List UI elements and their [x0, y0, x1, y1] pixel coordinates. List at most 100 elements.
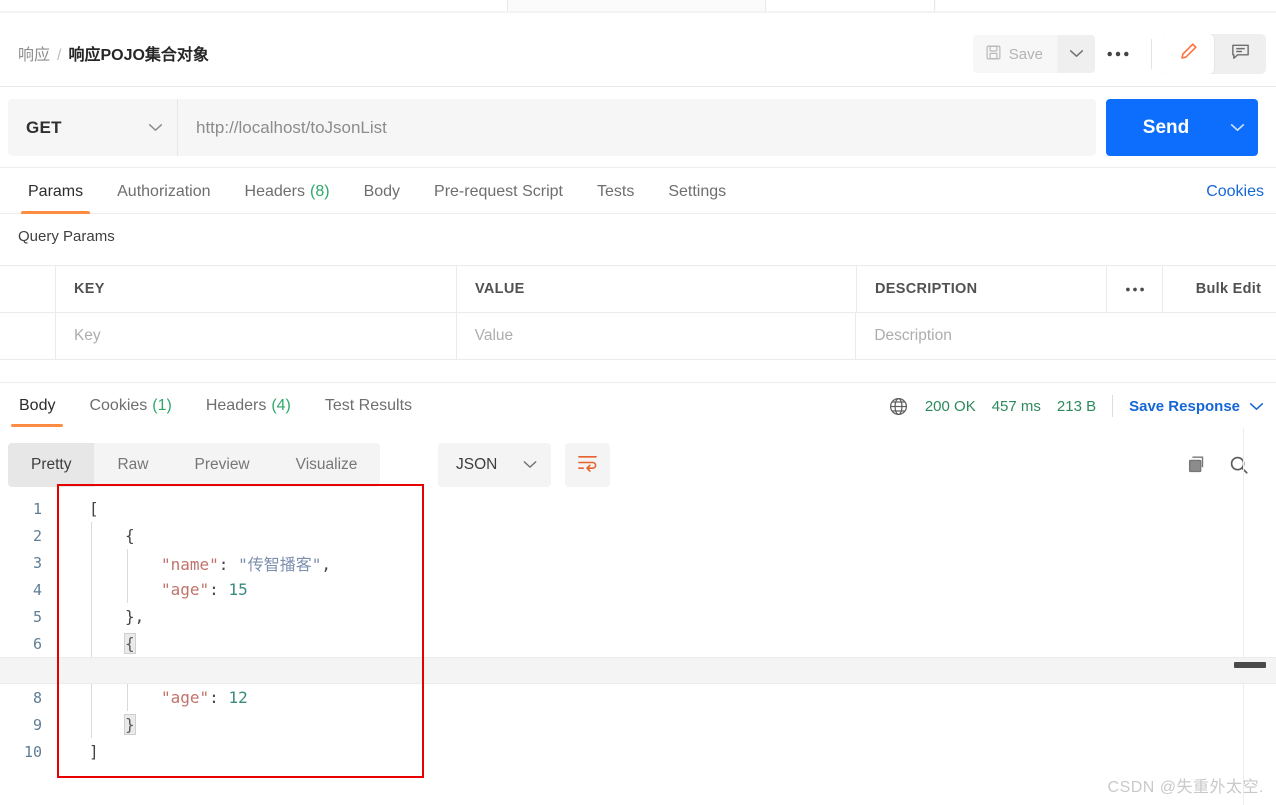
- response-status: 200 OK: [924, 397, 976, 415]
- cookies-link[interactable]: Cookies: [1206, 169, 1264, 214]
- json-line-content[interactable]: ]: [52, 742, 1276, 761]
- response-tab-row: Body Cookies (1) Headers (4) Test Results: [2, 383, 429, 429]
- tab-settings[interactable]: Settings: [651, 169, 743, 214]
- row-checkbox-cell[interactable]: [0, 313, 56, 359]
- json-punctuation: :: [209, 580, 229, 599]
- send-button[interactable]: Send: [1106, 99, 1216, 156]
- tab-label: Settings: [668, 182, 727, 200]
- line-number: 8: [32, 688, 42, 707]
- indent-guide: [91, 630, 92, 657]
- json-punctuation: {: [125, 526, 135, 545]
- tab-tests[interactable]: Tests: [580, 169, 651, 214]
- indent-guide: [127, 549, 128, 576]
- save-dropdown-button[interactable]: [1057, 35, 1095, 73]
- viewer-mode-raw[interactable]: Raw: [94, 443, 171, 487]
- json-line-content[interactable]: }: [52, 715, 1276, 734]
- params-options-button[interactable]: [1107, 266, 1163, 312]
- select-all-cell[interactable]: [0, 266, 56, 312]
- send-button-group: Send: [1106, 99, 1258, 156]
- table-header-row: KEY VALUE DESCRIPTION Bulk Edit: [0, 266, 1276, 313]
- indent-guide: [91, 522, 92, 549]
- json-bracket-match: }: [125, 715, 135, 734]
- response-tab-label: Test Results: [324, 397, 413, 414]
- url-input[interactable]: http://localhost/toJsonList: [178, 99, 1096, 156]
- horizontal-scrollbar-track[interactable]: [90, 662, 1276, 668]
- json-punctuation: ,: [321, 554, 331, 574]
- response-body-json[interactable]: 1[2{3"name": "传智播客",4"age": 155},6{7"nam…: [0, 495, 1276, 795]
- json-key: "age": [161, 688, 210, 707]
- response-tab-test-results[interactable]: Test Results: [308, 383, 429, 429]
- response-format-select[interactable]: JSON: [438, 443, 551, 487]
- method-select[interactable]: GET: [8, 99, 178, 156]
- tab-label: Pre-request Script: [434, 182, 563, 200]
- tab-headers[interactable]: Headers (8): [228, 169, 347, 214]
- json-line-content[interactable]: [: [52, 499, 1276, 518]
- viewer-mode-pretty[interactable]: Pretty: [8, 443, 95, 487]
- table-row: Key Value Description: [0, 313, 1276, 360]
- param-value-input[interactable]: Value: [457, 313, 857, 359]
- response-tab-body[interactable]: Body: [2, 383, 72, 429]
- save-response-button[interactable]: Save Response: [1129, 398, 1264, 415]
- json-line-content[interactable]: },: [52, 607, 1276, 626]
- viewer-right-actions: [1186, 443, 1250, 487]
- response-viewer-toolbar: Pretty Raw Preview Visualize JSON: [0, 440, 1276, 490]
- tab-authorization[interactable]: Authorization: [100, 169, 227, 214]
- horizontal-scrollbar-thumb[interactable]: [1234, 662, 1266, 668]
- json-line-content[interactable]: "age": 15: [52, 580, 1276, 599]
- indent-guide: [91, 576, 92, 603]
- param-key-input[interactable]: Key: [56, 313, 457, 359]
- postman-window: 响应 / 响应POJO集合对象 Save GET http://localhos…: [0, 0, 1276, 805]
- wrap-text-button[interactable]: [565, 443, 610, 487]
- json-line-content[interactable]: "age": 12: [52, 688, 1276, 707]
- indent-guide: [91, 549, 92, 576]
- tab-label: Headers: [244, 182, 305, 200]
- json-line: 6{: [0, 630, 1276, 657]
- json-line: 9}: [0, 711, 1276, 738]
- json-number: 15: [228, 580, 248, 599]
- save-button[interactable]: Save: [972, 35, 1057, 73]
- search-icon[interactable]: [1228, 454, 1250, 476]
- bulk-edit-button[interactable]: Bulk Edit: [1163, 266, 1276, 312]
- viewer-mode-preview[interactable]: Preview: [172, 443, 273, 487]
- json-line-content[interactable]: {: [52, 634, 1276, 653]
- tab-params[interactable]: Params: [11, 169, 100, 214]
- json-line-content[interactable]: "name": "传智播客",: [52, 551, 1276, 575]
- breadcrumb: 响应 / 响应POJO集合对象: [18, 46, 209, 66]
- copy-icon[interactable]: [1186, 454, 1208, 476]
- response-tab-label: Body: [19, 397, 56, 414]
- json-line: 3 "name": "传智播客",: [0, 549, 1276, 576]
- floppy-disk-icon: [985, 44, 1002, 65]
- chevron-down-icon: [1230, 119, 1245, 137]
- active-line-band-bottom-border: [0, 683, 1276, 684]
- indent-guide: [91, 603, 92, 630]
- line-number: 5: [32, 607, 42, 626]
- response-tab-label: Headers: [205, 397, 267, 414]
- column-header-description: DESCRIPTION: [857, 266, 1107, 312]
- query-params-title: Query Params: [18, 228, 115, 245]
- breadcrumb-parent[interactable]: 响应: [18, 47, 50, 64]
- header-actions: Save: [972, 34, 1266, 74]
- json-string: "传智播客": [238, 554, 322, 574]
- line-number: 6: [32, 634, 42, 653]
- request-tabs: Params Authorization Headers (8) Body Pre-req…: [0, 169, 1276, 214]
- tab-body[interactable]: Body: [347, 169, 417, 214]
- save-button-group: Save: [972, 35, 1095, 73]
- ellipsis-horizontal-icon: [1106, 45, 1130, 63]
- more-actions-button[interactable]: [1095, 35, 1141, 73]
- response-tab-cookies[interactable]: Cookies (1): [72, 383, 188, 429]
- edit-toggle-button[interactable]: [1162, 34, 1214, 74]
- param-description-input[interactable]: Description: [856, 313, 1276, 359]
- json-line-content[interactable]: {: [52, 526, 1276, 545]
- tab-pre-request-script[interactable]: Pre-request Script: [417, 169, 580, 214]
- chevron-down-icon: [1069, 45, 1084, 63]
- tab-label: Params: [28, 182, 84, 200]
- send-dropdown-button[interactable]: [1216, 99, 1258, 156]
- line-number: 2: [32, 526, 42, 545]
- indent-guide: [127, 576, 128, 603]
- json-punctuation: [: [89, 499, 99, 518]
- save-response-label: Save Response: [1129, 397, 1240, 415]
- comment-icon: [1230, 41, 1251, 67]
- viewer-mode-visualize[interactable]: Visualize: [273, 443, 381, 487]
- response-tab-headers[interactable]: Headers (4): [189, 383, 308, 429]
- comments-button[interactable]: [1214, 34, 1266, 74]
